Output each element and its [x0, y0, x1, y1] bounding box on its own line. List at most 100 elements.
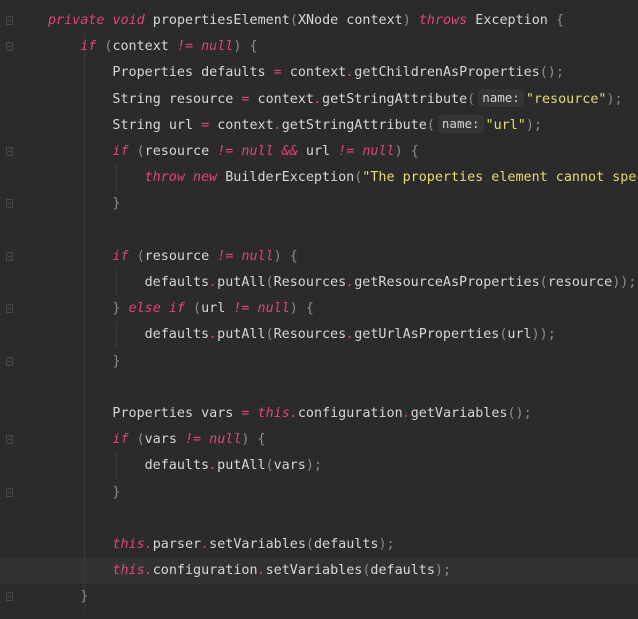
- code-line[interactable]: }: [0, 191, 638, 218]
- indent-guide: [84, 427, 85, 454]
- code-line[interactable]: Properties vars = this.configuration.get…: [0, 401, 638, 427]
- code-line[interactable]: [0, 505, 638, 532]
- code-line[interactable]: String url = context.getStringAttribute(…: [0, 112, 638, 139]
- code-token: defaults: [144, 275, 210, 290]
- code-text[interactable]: private void propertiesElement(XNode con…: [48, 8, 564, 34]
- code-token: {: [410, 144, 419, 159]
- code-token: getUrlAsProperties: [354, 327, 500, 343]
- code-token: resource: [547, 275, 613, 290]
- code-token: null: [241, 248, 274, 264]
- code-line[interactable]: defaults.putAll(vars);: [0, 453, 638, 480]
- code-token: getStringAttribute: [281, 117, 427, 133]
- code-line[interactable]: defaults.putAll(Resources.getUrlAsProper…: [0, 322, 638, 349]
- code-token: &&: [281, 144, 298, 159]
- code-text[interactable]: defaults.putAll(Resources.getResourceAsP…: [145, 270, 637, 296]
- code-text[interactable]: String resource = context.getStringAttri…: [112, 87, 623, 113]
- code-token: url: [507, 327, 532, 343]
- code-token: (: [305, 537, 314, 552]
- code-token: setVariables: [265, 563, 363, 579]
- code-line[interactable]: if (resource != null && url != null) {: [0, 139, 638, 165]
- code-token: !=: [338, 144, 355, 159]
- indent-guide: [84, 270, 85, 296]
- code-line[interactable]: }: [0, 584, 638, 611]
- code-token: "url": [485, 117, 526, 133]
- code-text[interactable]: if (resource != null) {: [112, 244, 297, 270]
- indent-guide: [84, 322, 85, 349]
- code-line[interactable]: this.parser.setVariables(defaults);: [0, 532, 638, 558]
- code-token: if: [80, 39, 97, 55]
- indent-guide: [84, 112, 85, 139]
- code-line[interactable]: } else if (url != null) {: [0, 296, 638, 323]
- indent-guide: [84, 558, 85, 585]
- code-text[interactable]: throw new BuilderException("The properti…: [145, 165, 638, 191]
- code-line[interactable]: throw new BuilderException("The properti…: [0, 165, 638, 192]
- code-line[interactable]: defaults.putAll(Resources.getResourceAsP…: [0, 270, 638, 296]
- code-line[interactable]: if (resource != null) {: [0, 243, 638, 270]
- code-token: ): [402, 13, 411, 28]
- fold-marker-icon[interactable]: [6, 147, 13, 156]
- code-text[interactable]: }: [112, 349, 120, 375]
- fold-marker-icon[interactable]: [6, 304, 13, 314]
- code-text[interactable]: }: [112, 480, 120, 506]
- code-line[interactable]: }: [0, 348, 638, 375]
- code-token: if: [112, 144, 129, 159]
- code-text[interactable]: if (context != null) {: [80, 34, 257, 60]
- indent-guide: [116, 165, 118, 192]
- code-token: context: [112, 39, 177, 55]
- code-token: setVariables: [209, 537, 306, 552]
- code-text[interactable]: String url = context.getStringAttribute(…: [112, 113, 542, 139]
- fold-marker-icon[interactable]: [6, 356, 13, 366]
- code-text[interactable]: defaults.putAll(Resources.getUrlAsProper…: [145, 322, 556, 348]
- indent-guide: [84, 374, 85, 401]
- code-token: parser: [152, 537, 202, 552]
- code-token: {: [555, 13, 564, 28]
- code-line[interactable]: if (vars != null) {: [0, 427, 638, 454]
- parameter-hint: name:: [437, 114, 484, 133]
- fold-marker-icon[interactable]: [6, 435, 13, 445]
- code-line[interactable]: String resource = context.getStringAttri…: [0, 86, 638, 113]
- indent-guide: [116, 270, 118, 296]
- fold-marker-icon[interactable]: [6, 16, 13, 25]
- code-token: (: [289, 13, 298, 28]
- code-line[interactable]: private void propertiesElement(XNode con…: [0, 8, 638, 34]
- fold-marker-icon[interactable]: [6, 487, 13, 497]
- code-text[interactable]: }: [80, 584, 88, 610]
- code-token: !=: [217, 144, 234, 159]
- code-token: !=: [176, 39, 194, 55]
- fold-marker-icon[interactable]: [6, 592, 13, 602]
- code-token: propertiesElement: [144, 13, 290, 28]
- code-line[interactable]: Properties defaults = context.getChildre…: [0, 60, 638, 87]
- code-text[interactable]: Properties vars = this.configuration.get…: [112, 401, 531, 427]
- indent-guide: [84, 505, 85, 532]
- code-text[interactable]: this.configuration.setVariables(defaults…: [112, 558, 451, 584]
- code-text[interactable]: if (vars != null) {: [112, 427, 265, 453]
- code-line[interactable]: this.configuration.setVariables(defaults…: [0, 558, 638, 585]
- code-token: .: [313, 91, 323, 107]
- code-line[interactable]: }: [0, 479, 638, 506]
- code-line[interactable]: if (context != null) {: [0, 34, 638, 61]
- code-text[interactable]: if (resource != null && url != null) {: [112, 139, 418, 165]
- code-line[interactable]: [0, 217, 638, 244]
- code-token: if: [112, 432, 129, 448]
- code-token: getChildrenAsProperties: [354, 65, 540, 81]
- code-text[interactable]: Properties defaults = context.getChildre…: [112, 60, 564, 86]
- code-text[interactable]: } else if (url != null) {: [112, 296, 314, 322]
- code-text[interactable]: }: [112, 191, 120, 217]
- code-text[interactable]: defaults.putAll(vars);: [145, 453, 322, 479]
- fold-marker-icon[interactable]: [6, 42, 13, 52]
- code-token: Properties defaults: [112, 65, 274, 81]
- fold-marker-icon[interactable]: [6, 251, 13, 261]
- code-token: context: [281, 65, 347, 81]
- fold-marker-icon[interactable]: [6, 199, 13, 209]
- code-editor[interactable]: private void propertiesElement(XNode con…: [0, 0, 638, 619]
- code-line[interactable]: [0, 374, 638, 401]
- code-text[interactable]: this.parser.setVariables(defaults);: [112, 532, 394, 558]
- code-token: "resource": [525, 91, 607, 107]
- indent-guide: [84, 165, 85, 192]
- code-token: String resource: [112, 91, 242, 107]
